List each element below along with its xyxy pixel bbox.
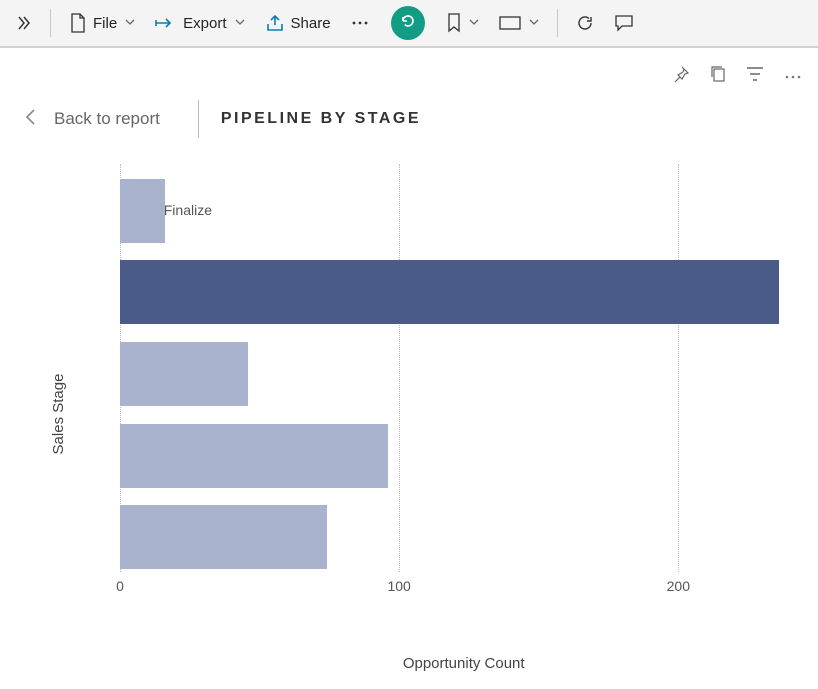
comment-icon bbox=[614, 14, 634, 32]
chevron-down-icon bbox=[235, 17, 245, 30]
app-toolbar: File Export Share bbox=[0, 0, 818, 48]
chevron-down-icon bbox=[529, 17, 539, 30]
chart-title: PIPELINE BY STAGE bbox=[221, 110, 421, 128]
x-tick-label: 0 bbox=[116, 578, 124, 594]
more-options-button[interactable] bbox=[343, 14, 377, 32]
restore-button[interactable] bbox=[391, 6, 425, 40]
view-menu[interactable] bbox=[491, 10, 547, 36]
share-label: Share bbox=[291, 15, 331, 32]
back-label: Back to report bbox=[54, 109, 160, 129]
more-icon[interactable] bbox=[784, 67, 802, 85]
export-icon bbox=[155, 15, 177, 31]
file-label: File bbox=[93, 15, 117, 32]
title-row: Back to report PIPELINE BY STAGE bbox=[0, 92, 818, 154]
export-menu[interactable]: Export bbox=[147, 9, 252, 38]
export-label: Export bbox=[183, 15, 226, 32]
x-tick-label: 100 bbox=[387, 578, 410, 594]
bar[interactable] bbox=[120, 505, 327, 569]
chevron-double-right-icon bbox=[16, 15, 32, 31]
bookmark-icon bbox=[447, 13, 461, 33]
bar[interactable] bbox=[120, 342, 248, 406]
gridline bbox=[678, 164, 679, 572]
x-axis-label: Opportunity Count bbox=[403, 655, 525, 672]
share-button[interactable]: Share bbox=[257, 8, 339, 38]
chevron-down-icon bbox=[125, 17, 135, 30]
refresh-icon bbox=[576, 14, 594, 32]
bar[interactable] bbox=[120, 424, 388, 488]
file-menu[interactable]: File bbox=[61, 7, 143, 39]
share-icon bbox=[265, 14, 285, 32]
back-to-report-button[interactable]: Back to report bbox=[24, 108, 160, 131]
copy-icon[interactable] bbox=[710, 65, 726, 88]
pin-icon[interactable] bbox=[672, 65, 690, 88]
plot-region: 0100200FinalizeLeadProposalQualifySoluti… bbox=[120, 164, 800, 594]
bar[interactable] bbox=[120, 179, 165, 243]
file-icon bbox=[69, 13, 87, 33]
refresh-button[interactable] bbox=[568, 8, 602, 38]
x-tick-label: 200 bbox=[667, 578, 690, 594]
separator bbox=[50, 9, 51, 37]
bar[interactable] bbox=[120, 260, 779, 324]
ellipsis-icon bbox=[351, 20, 369, 26]
filter-icon[interactable] bbox=[746, 66, 764, 87]
chevron-left-icon bbox=[24, 108, 38, 131]
restore-icon bbox=[399, 12, 417, 35]
chevron-down-icon bbox=[469, 17, 479, 30]
gridline bbox=[399, 164, 400, 572]
separator bbox=[557, 9, 558, 37]
y-axis-label: Sales Stage bbox=[50, 374, 67, 455]
separator bbox=[198, 100, 199, 138]
comment-button[interactable] bbox=[606, 8, 642, 38]
bookmark-menu[interactable] bbox=[439, 7, 487, 39]
expand-button[interactable] bbox=[8, 9, 40, 37]
visual-header bbox=[0, 48, 818, 92]
view-icon bbox=[499, 16, 521, 30]
chart-area: Sales Stage Opportunity Count 0100200Fin… bbox=[20, 154, 810, 674]
